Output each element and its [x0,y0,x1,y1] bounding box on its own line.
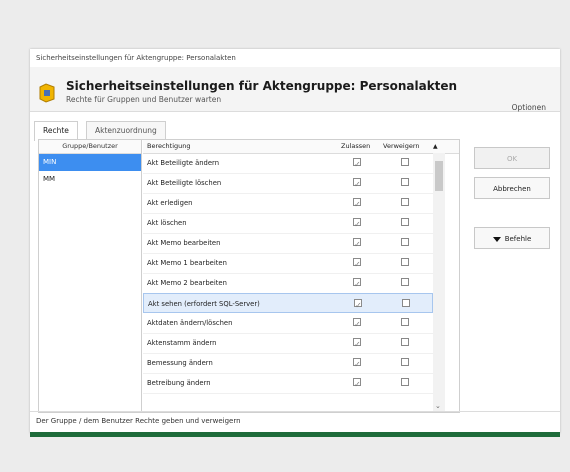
deny-checkbox[interactable] [401,358,409,366]
vertical-scrollbar[interactable]: ⌄ [433,153,445,412]
deny-checkbox[interactable] [401,378,409,386]
table-row[interactable]: Betreibung ändern [143,373,433,395]
column-header-deny[interactable]: Verweigern [383,140,420,153]
deny-checkbox[interactable] [401,338,409,346]
commands-button[interactable]: Befehle [474,227,550,249]
permission-label: Akt Memo 2 bearbeiten [147,279,227,287]
allow-checkbox[interactable] [353,275,361,295]
deny-checkbox[interactable] [401,178,409,186]
deny-checkbox[interactable] [401,158,409,166]
scrollbar-thumb[interactable] [435,161,443,191]
permission-label: Akt Beteiligte ändern [147,159,220,167]
chevron-down-icon [492,236,501,242]
deny-checkbox[interactable] [401,238,409,246]
accent-bar [30,432,560,437]
table-row[interactable]: Akt löschen [143,213,433,235]
permission-label: Aktdaten ändern/löschen [147,319,233,327]
allow-checkbox[interactable] [353,155,361,175]
allow-checkbox[interactable] [353,375,361,395]
dialog-window: Sicherheitseinstellungen für Aktengruppe… [30,49,560,433]
sort-up-icon: ▲ [433,143,438,150]
allow-checkbox[interactable] [353,335,361,355]
group-user-list: Gruppe/Benutzer MIN MM [39,140,142,412]
window-title: Sicherheitseinstellungen für Aktengruppe… [36,54,236,62]
userlist-header: Gruppe/Benutzer [39,140,141,154]
deny-checkbox[interactable] [401,258,409,266]
permission-label: Akt Memo 1 bearbeiten [147,259,227,267]
allow-checkbox[interactable] [354,296,362,316]
deny-checkbox[interactable] [401,198,409,206]
list-item[interactable]: MIN [39,154,141,171]
table-row[interactable]: Akt Beteiligte löschen [143,173,433,195]
column-header-permission[interactable]: Berechtigung [147,140,191,153]
rights-panel: Gruppe/Benutzer MIN MM Berechtigung Zula… [38,139,460,413]
commands-label: Befehle [504,235,532,243]
key-folder-icon [38,81,56,103]
table-row[interactable]: Aktenstamm ändern [143,333,433,355]
permission-label: Akt Beteiligte löschen [147,179,222,187]
dialog-subtitle: Rechte für Gruppen und Benutzer warten [66,95,222,104]
table-row[interactable]: Akt Memo bearbeiten [143,233,433,255]
tab-rechte[interactable]: Rechte [34,121,78,141]
dialog-title: Sicherheitseinstellungen für Aktengruppe… [66,79,458,93]
cancel-button[interactable]: Abbrechen [474,177,550,199]
deny-checkbox[interactable] [402,299,410,307]
permission-label: Akt sehen (erfordert SQL-Server) [148,300,260,308]
allow-checkbox[interactable] [353,235,361,255]
permission-label: Aktenstamm ändern [147,339,217,347]
table-row[interactable]: Akt Memo 1 bearbeiten [143,253,433,275]
allow-checkbox[interactable] [353,195,361,215]
permission-label: Akt erledigen [147,199,193,207]
table-row[interactable]: Akt Beteiligte ändern [143,153,433,175]
allow-checkbox[interactable] [353,215,361,235]
permission-label: Bemessung ändern [147,359,213,367]
dialog-header: Sicherheitseinstellungen für Aktengruppe… [30,67,560,112]
permission-label: Akt löschen [147,219,187,227]
deny-checkbox[interactable] [401,218,409,226]
list-item[interactable]: MM [39,171,141,188]
status-bar: Der Gruppe / dem Benutzer Rechte geben u… [30,411,560,429]
table-row[interactable]: Akt Memo 2 bearbeiten [143,273,433,295]
allow-checkbox[interactable] [353,175,361,195]
allow-checkbox[interactable] [353,355,361,375]
table-row[interactable]: Aktdaten ändern/löschen [143,313,433,335]
table-row[interactable]: Akt erledigen [143,193,433,215]
table-row[interactable]: Akt sehen (erfordert SQL-Server) [143,293,433,316]
grid-header: Berechtigung Zulassen Verweigern ▲ [143,140,459,154]
permissions-grid: Berechtigung Zulassen Verweigern ▲ Akt B… [143,140,459,412]
permission-label: Betreibung ändern [147,379,211,387]
options-link[interactable]: Optionen [512,103,546,112]
permission-label: Akt Memo bearbeiten [147,239,221,247]
allow-checkbox[interactable] [353,315,361,335]
tab-aktenzuordnung[interactable]: Aktenzuordnung [86,121,166,140]
ok-button[interactable]: OK [474,147,550,169]
chevron-down-icon[interactable]: ⌄ [435,402,441,410]
deny-checkbox[interactable] [401,278,409,286]
deny-checkbox[interactable] [401,318,409,326]
table-row[interactable]: Bemessung ändern [143,353,433,375]
allow-checkbox[interactable] [353,255,361,275]
column-header-allow[interactable]: Zulassen [341,140,370,153]
